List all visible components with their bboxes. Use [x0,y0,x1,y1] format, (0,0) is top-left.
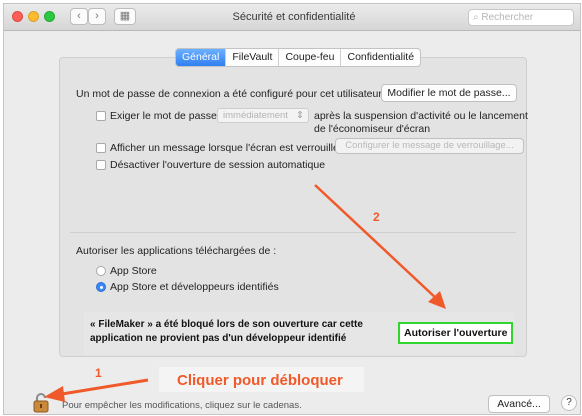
preferences-window: ‹ › ▦ Sécurité et confidentialité ⌕ Rech… [3,3,581,415]
change-password-button[interactable]: Modifier le mot de passe... [381,84,517,102]
show-lock-message-checkbox[interactable] [96,143,106,153]
allow-apps-heading: Autoriser les applications téléchargées … [76,245,277,257]
blocked-app-message-line1: « FileMaker » a été bloqué lors de son o… [90,319,363,330]
show-lock-message-label: Afficher un message lorsque l'écran est … [110,142,339,154]
grid-icon: ▦ [119,10,131,22]
blocked-app-message-line2: application ne provient pas d'un dévelop… [90,333,347,344]
tab-bar: Général FileVault Coupe-feu Confidential… [175,48,422,67]
help-button[interactable]: ? [561,395,577,411]
zoom-window-button[interactable] [44,11,55,22]
minimize-window-button[interactable] [28,11,39,22]
search-placeholder: Rechercher [481,12,534,23]
password-configured-text: Un mot de passe de connexion a été confi… [76,88,382,100]
step-2-label: 2 [373,210,380,224]
unlock-callout-text: Cliquer pour débloquer [177,372,343,389]
radio-app-store-identified[interactable] [96,282,106,292]
show-all-button[interactable]: ▦ [114,8,136,25]
require-password-suffix-line1: après la suspension d'activité ou le lan… [314,110,528,122]
blocked-app-notice: « FileMaker » a été bloqué lors de son o… [84,312,514,355]
radio-app-store-identified-label: App Store et développeurs identifiés [110,281,279,293]
tab-privacy[interactable]: Confidentialité [341,49,420,66]
require-password-label: Exiger le mot de passe [110,110,217,122]
close-window-button[interactable] [12,11,23,22]
radio-app-store-label: App Store [110,265,157,277]
allow-open-button[interactable]: Autoriser l'ouverture [398,322,514,344]
search-icon: ⌕ [473,12,479,23]
forward-button[interactable]: › [88,8,106,25]
tab-firewall[interactable]: Coupe-feu [279,49,342,66]
blocked-app-message: « FileMaker » a été bloqué lors de son o… [90,318,386,346]
title-bar: ‹ › ▦ Sécurité et confidentialité ⌕ Rech… [4,4,580,31]
section-divider [70,232,516,233]
lock-footer-text: Pour empêcher les modifications, cliquez… [62,400,302,411]
require-password-delay-value: immédiatement [223,110,288,121]
stepper-icon: ⇕ [296,110,304,121]
configure-lock-message-button[interactable]: Configurer le message de verrouillage... [335,138,524,154]
unlock-callout: Cliquer pour débloquer [159,367,364,392]
require-password-delay-select[interactable]: immédiatement ⇕ [217,108,309,123]
disable-auto-login-checkbox[interactable] [96,160,106,170]
require-password-checkbox[interactable] [96,111,106,121]
chevron-right-icon: › [95,10,99,22]
tab-filevault[interactable]: FileVault [226,49,280,66]
tab-general[interactable]: Général [176,49,227,66]
chevron-left-icon: ‹ [77,10,81,22]
require-password-suffix-line2: de l'économiseur d'écran [314,123,431,135]
radio-app-store[interactable] [96,266,106,276]
step-1-label: 1 [95,366,102,380]
search-field[interactable]: ⌕ Rechercher [468,9,574,26]
back-button[interactable]: ‹ [70,8,88,25]
advanced-button[interactable]: Avancé... [488,395,550,413]
window-title: Sécurité et confidentialité [232,11,356,23]
lock-icon[interactable] [32,393,50,413]
disable-auto-login-label: Désactiver l'ouverture de session automa… [110,159,326,171]
